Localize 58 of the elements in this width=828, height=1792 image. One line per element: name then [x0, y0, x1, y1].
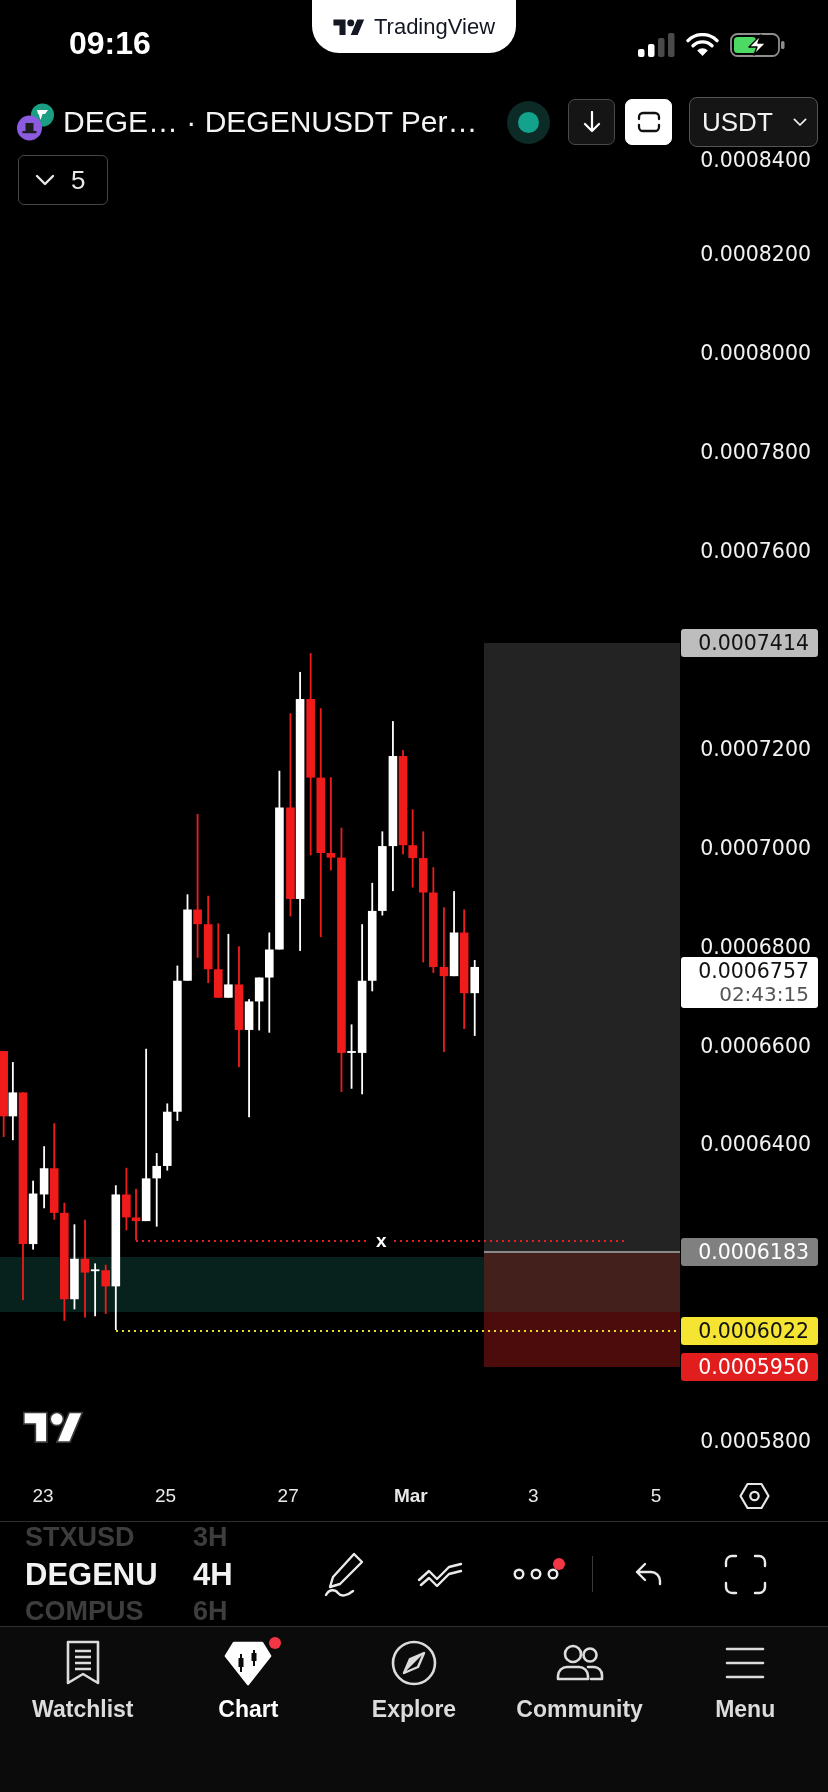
icon-button[interactable]: [568, 99, 615, 145]
price-tick-label: 0.0007200: [700, 738, 811, 759]
price-tick-label: 0.0008200: [700, 244, 811, 265]
price-label: 0.0006183: [681, 1238, 818, 1266]
price-tick-label: 0.0008400: [700, 150, 811, 170]
price-tick-label: 0.0005800: [700, 1431, 811, 1452]
pen-icon: [323, 1551, 365, 1597]
countdown-label: 02:43:15: [719, 984, 809, 1004]
price-tick-label: 0.0007800: [700, 442, 811, 463]
price-tick-label: 0.0006400: [700, 1134, 811, 1155]
nav-tab[interactable]: Community: [496, 1627, 663, 1735]
frame-icon: [636, 111, 661, 133]
price-label: 0.0005950: [681, 1353, 818, 1381]
price-label: 0.0006022: [681, 1317, 818, 1345]
price-label: 0.0007414: [681, 629, 818, 657]
price-tick-label: 0.0007000: [700, 837, 811, 858]
logo-icon: [332, 18, 365, 35]
fullscreen-icon: [723, 1553, 767, 1595]
indicators-toggle[interactable]: 5: [18, 155, 108, 205]
price-tick-label: 0.0006800: [700, 936, 811, 957]
logo-icon: [22, 1410, 85, 1443]
app-name: TradingView: [373, 14, 496, 39]
line-label: x: [376, 1231, 387, 1251]
date-label: 23: [32, 1484, 54, 1507]
undo-icon: [635, 1562, 663, 1586]
nav-tab[interactable]: Watchlist: [0, 1627, 166, 1735]
people-icon: [555, 1644, 604, 1682]
symbol-option[interactable]: DEGENU: [25, 1551, 158, 1597]
symbol-title: DEGE… · DEGENUSDT Per…: [63, 104, 478, 140]
nav-tab[interactable]: Menu: [662, 1627, 828, 1735]
battery-icon: [730, 33, 785, 57]
date-label: 27: [277, 1484, 299, 1507]
menu-icon: [725, 1646, 766, 1680]
date-label: 25: [155, 1484, 177, 1507]
status-time: 09:16: [69, 27, 151, 59]
compass-icon: [391, 1640, 437, 1686]
signal-icon: [638, 33, 675, 57]
price-tick-label: 0.0007600: [700, 541, 811, 561]
chevron-down-icon: [793, 117, 807, 127]
settings-icon[interactable]: [739, 1481, 770, 1510]
arrow-down-icon: [581, 111, 602, 133]
price-tick-label: 0.0006600: [700, 1035, 811, 1056]
currency-dropdown[interactable]: USDT: [689, 97, 818, 147]
trend-lines-icon: [416, 1561, 464, 1587]
nav-tab[interactable]: Explore: [331, 1627, 497, 1735]
chart-icon: [224, 1640, 273, 1686]
price-tick-label: 0.0008000: [700, 343, 811, 364]
chevron-down-icon: [35, 174, 55, 186]
coin-icon: [17, 103, 55, 141]
price-label: 0.0006757: [698, 961, 809, 981]
more-icon: [513, 1568, 559, 1580]
wifi-icon: [686, 33, 719, 57]
date-label: 5: [650, 1484, 662, 1507]
date-label: Mar: [393, 1484, 428, 1507]
interval-option[interactable]: 4H: [193, 1551, 233, 1597]
status-dot-icon: [507, 100, 550, 144]
nav-tab[interactable]: Chart: [165, 1627, 332, 1735]
date-label: 3: [528, 1484, 539, 1507]
